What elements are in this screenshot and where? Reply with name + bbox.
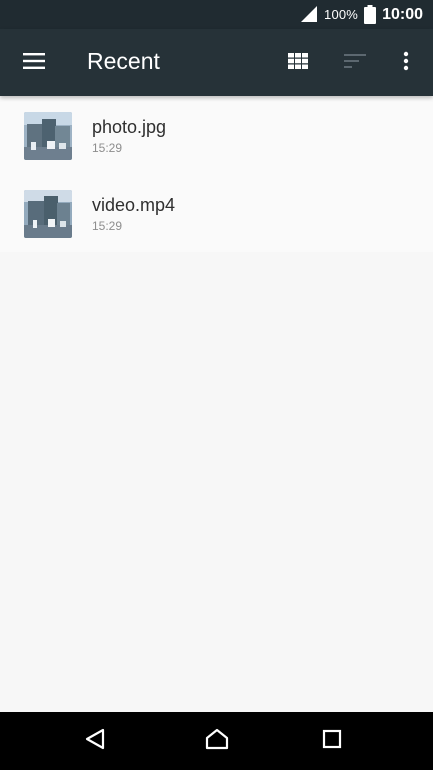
sort-icon [344, 53, 366, 73]
file-meta-photo: photo.jpg 15:29 [92, 116, 166, 156]
file-thumbnail-photo [24, 111, 72, 160]
battery-icon [364, 5, 377, 24]
file-name: photo.jpg [92, 116, 167, 137]
back-icon [85, 728, 105, 755]
grid-view-icon [288, 52, 308, 74]
recents-icon [322, 729, 342, 754]
recents-button[interactable] [316, 725, 348, 757]
menu-button[interactable] [14, 43, 54, 83]
file-time: 15:29 [92, 140, 123, 155]
page-title: Recent [87, 48, 160, 74]
home-icon [205, 728, 229, 755]
file-list: photo.jpg 15:29 video.mp4 15:29 [0, 96, 433, 252]
app-toolbar: Recent [0, 29, 433, 96]
file-thumbnail-video [24, 189, 72, 238]
file-time: 15:29 [92, 218, 123, 233]
recent-files-list: photo.jpg 15:29 video.mp4 15:29 [0, 96, 433, 712]
sort-button[interactable] [335, 43, 375, 83]
signal-strength-icon [300, 6, 318, 23]
hamburger-menu-icon [23, 52, 45, 74]
battery-percent: 100% [324, 7, 359, 22]
status-indicators: 100% 10:00 [300, 0, 423, 29]
clock: 10:00 [382, 5, 423, 23]
grid-view-button[interactable] [278, 43, 318, 83]
file-row-video[interactable]: video.mp4 15:29 [0, 175, 433, 252]
file-name: video.mp4 [92, 194, 176, 215]
more-vert-icon [403, 51, 409, 76]
system-navigation-bar [0, 712, 433, 770]
back-button[interactable] [79, 725, 111, 757]
status-bar: 100% 10:00 [0, 0, 433, 29]
file-meta-video: video.mp4 15:29 [92, 194, 175, 234]
home-button[interactable] [201, 725, 233, 757]
overflow-menu-button[interactable] [386, 43, 426, 83]
file-row-photo[interactable]: photo.jpg 15:29 [0, 96, 433, 175]
